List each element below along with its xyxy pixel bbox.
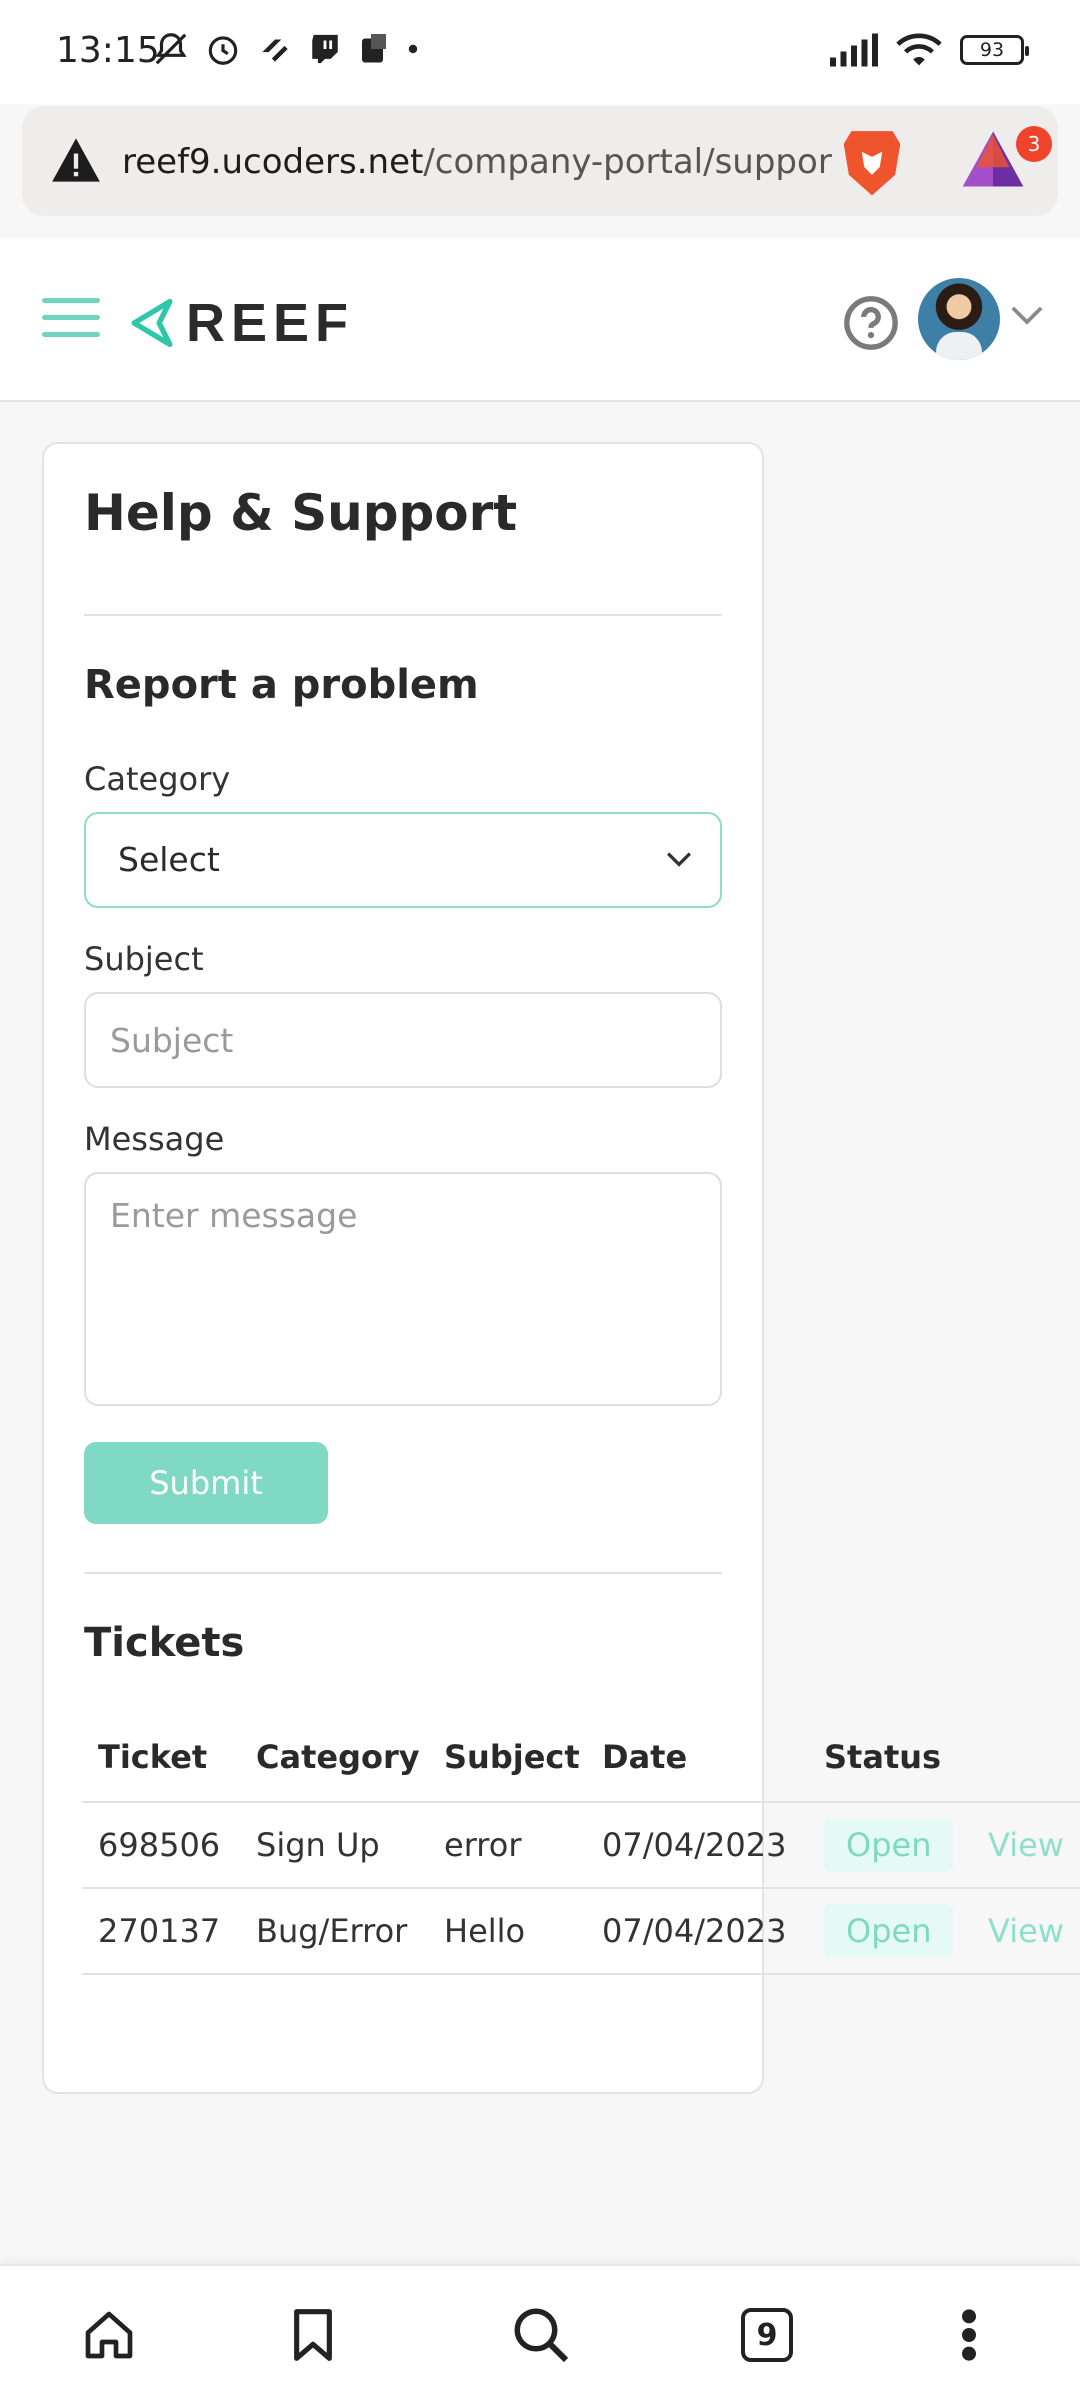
category-select[interactable]: Select <box>84 812 722 908</box>
subject-label: Subject <box>84 940 204 978</box>
column-header-date: Date <box>586 1712 808 1803</box>
message-textarea[interactable] <box>84 1172 722 1406</box>
logo[interactable]: REEF <box>130 292 354 354</box>
url-host: reef9.ucoders.net <box>122 142 424 182</box>
page-title: Help & Support <box>84 484 518 542</box>
ticket-subject: error <box>428 1802 586 1889</box>
message-label: Message <box>84 1120 225 1158</box>
search-icon <box>514 2308 569 2363</box>
column-header-category: Category <box>240 1712 428 1803</box>
dot-icon <box>408 44 418 54</box>
tabs-button[interactable]: 9 <box>732 2300 802 2370</box>
ticket-category: Sign Up <box>240 1802 428 1889</box>
avatar[interactable] <box>918 278 1000 360</box>
report-section-title: Report a problem <box>84 662 479 708</box>
bag-icon <box>362 34 386 63</box>
column-header-ticket: Ticket <box>82 1712 240 1803</box>
home-icon <box>85 2311 133 2359</box>
help-icon[interactable] <box>842 294 900 352</box>
ticket-action-cell: View <box>972 1888 1080 1975</box>
ticket-date: 07/04/2023 <box>586 1888 808 1975</box>
column-header-subject: Subject <box>428 1712 586 1803</box>
search-button[interactable] <box>506 2300 576 2370</box>
tabs-icon: 9 <box>741 2308 793 2362</box>
ticket-subject: Hello <box>428 1888 586 1975</box>
chevron-down-icon[interactable] <box>1010 304 1044 326</box>
alarm-icon <box>208 36 238 65</box>
rewards-badge: 3 <box>1016 126 1052 162</box>
app-header: REEF <box>0 238 1080 402</box>
ticket-category: Bug/Error <box>240 1888 428 1975</box>
ticket-status-cell: Open <box>808 1888 972 1975</box>
link-icon <box>262 39 288 62</box>
ticket-date: 07/04/2023 <box>586 1802 808 1889</box>
address-bar[interactable]: reef9.ucoders.net/company-portal/support… <box>22 106 1058 216</box>
status-badge: Open <box>824 1904 954 1958</box>
twitch-icon <box>312 34 338 64</box>
table-row: 698506 Sign Up error 07/04/2023 Open Vie… <box>82 1802 1080 1889</box>
signal-icon <box>830 33 878 67</box>
status-bar: 13:15 93 <box>0 0 1080 104</box>
tickets-table: Ticket Category Subject Date Status 6985… <box>82 1712 1080 1975</box>
ticket-action-cell: View <box>972 1802 1080 1889</box>
home-button[interactable] <box>74 2300 144 2370</box>
status-time: 13:15 <box>56 30 160 71</box>
category-select-value: Select <box>118 840 220 879</box>
url-path: /company-portal/support <box>423 142 832 182</box>
ticket-status-cell: Open <box>808 1802 972 1889</box>
column-header-action <box>972 1712 1080 1803</box>
subject-input[interactable] <box>84 992 722 1088</box>
mute-icon <box>155 33 187 65</box>
status-icons-right: 93 <box>830 32 1029 68</box>
more-button[interactable] <box>934 2300 1004 2370</box>
bookmark-icon <box>294 2309 332 2361</box>
column-header-status: Status <box>808 1712 972 1803</box>
divider <box>84 614 722 616</box>
battery-level: 93 <box>979 39 1005 61</box>
category-label: Category <box>84 760 231 798</box>
view-link[interactable]: View <box>988 1912 1064 1950</box>
menu-icon[interactable] <box>42 298 100 338</box>
table-header-row: Ticket Category Subject Date Status <box>82 1712 1080 1803</box>
status-icons-left <box>152 30 420 68</box>
chevron-down-icon <box>667 852 691 867</box>
logo-text: REEF <box>186 293 355 353</box>
bookmark-button[interactable] <box>278 2300 348 2370</box>
tickets-title: Tickets <box>84 1620 245 1666</box>
status-badge: Open <box>824 1818 954 1872</box>
submit-button[interactable]: Submit <box>84 1442 328 1524</box>
view-link[interactable]: View <box>988 1826 1064 1864</box>
divider <box>84 1572 722 1574</box>
more-icon <box>962 2309 976 2361</box>
logo-arrow-icon <box>131 298 173 348</box>
warning-icon[interactable] <box>50 136 102 184</box>
url-text[interactable]: reef9.ucoders.net/company-portal/support <box>122 142 832 182</box>
table-row: 270137 Bug/Error Hello 07/04/2023 Open V… <box>82 1888 1080 1975</box>
brave-shield-icon[interactable] <box>840 126 904 198</box>
ticket-id: 270137 <box>82 1888 240 1975</box>
ticket-id: 698506 <box>82 1802 240 1889</box>
battery-icon: 93 <box>960 35 1029 65</box>
bottom-nav: 9 <box>0 2264 1080 2400</box>
wifi-icon <box>896 33 942 66</box>
